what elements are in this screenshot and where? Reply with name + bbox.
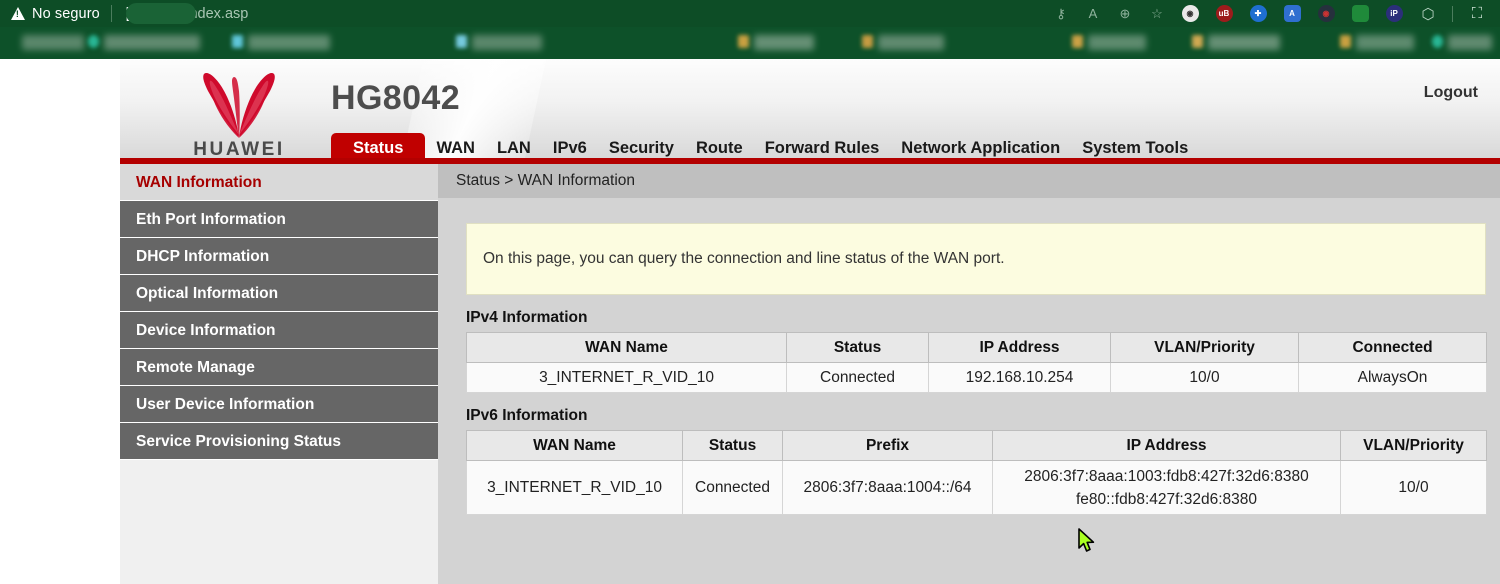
cell-status: Connected	[787, 363, 929, 393]
breadcrumb: Status > WAN Information	[438, 164, 1500, 198]
page-viewport: HUAWEI HG8042 Logout Status WAN LAN IPv6…	[0, 59, 1500, 584]
column-header-vlan-priority: VLAN/Priority	[1341, 431, 1487, 461]
column-header-prefix: Prefix	[783, 431, 993, 461]
ipv6-global-address: 2806:3f7:8aaa:1003:fdb8:427f:32d6:8380	[994, 465, 1339, 488]
cell-vlan-priority: 10/0	[1111, 363, 1299, 393]
column-header-connected: Connected	[1299, 333, 1487, 363]
table-row: 3_INTERNET_R_VID_10 Connected 192.168.10…	[467, 363, 1487, 393]
extension-translate-icon[interactable]: A	[1277, 3, 1307, 25]
extension-puzzle-icon[interactable]: ⬡	[1413, 3, 1443, 25]
zoom-icon[interactable]: ⊕	[1111, 3, 1139, 25]
column-header-wan-name: WAN Name	[467, 431, 683, 461]
column-header-status: Status	[787, 333, 929, 363]
add-favorite-icon[interactable]: ☆	[1143, 3, 1171, 25]
app-header: HUAWEI HG8042 Logout Status WAN LAN IPv6…	[120, 59, 1500, 164]
toolbar-icon-group: ⚷ A ⊕ ☆ ◉ uB ✚ A ◉ iP ⬡ ⛶	[1047, 0, 1500, 27]
toolbar-pill-background	[126, 3, 196, 24]
content-area: Status > WAN Information On this page, y…	[438, 164, 1500, 584]
extension-ip-icon[interactable]: iP	[1379, 3, 1409, 25]
extension-bitwarden-icon[interactable]: ✚	[1243, 3, 1273, 25]
ipv4-information-table: WAN Name Status IP Address VLAN/Priority…	[466, 332, 1487, 393]
cell-vlan-priority: 10/0	[1341, 461, 1487, 515]
ipv4-section-title: IPv4 Information	[466, 309, 1486, 327]
column-header-status: Status	[683, 431, 783, 461]
brand-logo-block: HUAWEI	[150, 67, 328, 159]
page-title: HG8042	[331, 79, 460, 118]
read-aloud-icon[interactable]: A	[1079, 3, 1107, 25]
toolbar-divider-2	[1452, 6, 1453, 22]
cell-ip-address: 192.168.10.254	[929, 363, 1111, 393]
logout-button[interactable]: Logout	[1424, 84, 1478, 102]
cell-connected: AlwaysOn	[1299, 363, 1487, 393]
content-inner: On this page, you can query the connecti…	[438, 223, 1500, 515]
info-banner: On this page, you can query the connecti…	[466, 223, 1486, 295]
table-header-row: WAN Name Status IP Address VLAN/Priority…	[467, 333, 1487, 363]
table-header-row: WAN Name Status Prefix IP Address VLAN/P…	[467, 431, 1487, 461]
sidebar-item-device-information[interactable]: Device Information	[120, 312, 438, 349]
key-icon[interactable]: ⚷	[1047, 3, 1075, 25]
sidebar-item-dhcp-information[interactable]: DHCP Information	[120, 238, 438, 275]
table-row: 3_INTERNET_R_VID_10 Connected 2806:3f7:8…	[467, 461, 1487, 515]
extension-darkreader-icon[interactable]: ◉	[1311, 3, 1341, 25]
extension-ublock-icon[interactable]: uB	[1209, 3, 1239, 25]
column-header-ip-address: IP Address	[929, 333, 1111, 363]
sidebar-item-service-provisioning-status[interactable]: Service Provisioning Status	[120, 423, 438, 460]
sidebar-item-optical-information[interactable]: Optical Information	[120, 275, 438, 312]
ipv6-section-title: IPv6 Information	[466, 407, 1486, 425]
sidebar-item-remote-manage[interactable]: Remote Manage	[120, 349, 438, 386]
extension-privacy-icon[interactable]: ◉	[1175, 3, 1205, 25]
sidebar-item-eth-port-information[interactable]: Eth Port Information	[120, 201, 438, 238]
bookmarks-bar[interactable]	[0, 27, 1500, 59]
cell-ip-address: 2806:3f7:8aaa:1003:fdb8:427f:32d6:8380 f…	[993, 461, 1341, 515]
ipv6-link-local-address: fe80::fdb8:427f:32d6:8380	[994, 488, 1339, 511]
extension-green-icon[interactable]	[1345, 3, 1375, 25]
cell-prefix: 2806:3f7:8aaa:1004::/64	[783, 461, 993, 515]
router-web-ui: HUAWEI HG8042 Logout Status WAN LAN IPv6…	[120, 59, 1500, 584]
sidebar-item-wan-information[interactable]: WAN Information	[120, 164, 438, 201]
cell-status: Connected	[683, 461, 783, 515]
toolbar-divider	[111, 5, 112, 22]
cell-wan-name: 3_INTERNET_R_VID_10	[467, 461, 683, 515]
sidebar: WAN Information Eth Port Information DHC…	[120, 164, 438, 584]
ipv6-information-table: WAN Name Status Prefix IP Address VLAN/P…	[466, 430, 1487, 515]
column-header-wan-name: WAN Name	[467, 333, 787, 363]
browser-toolbar: No seguro [fe80::1]/index.asp ⚷ A ⊕ ☆ ◉ …	[0, 0, 1500, 27]
column-header-ip-address: IP Address	[993, 431, 1341, 461]
huawei-flower-logo	[178, 69, 300, 139]
browser-essentials-icon[interactable]: ⛶	[1462, 3, 1492, 25]
cell-wan-name: 3_INTERNET_R_VID_10	[467, 363, 787, 393]
column-header-vlan-priority: VLAN/Priority	[1111, 333, 1299, 363]
sidebar-item-user-device-information[interactable]: User Device Information	[120, 386, 438, 423]
security-label: No seguro	[32, 6, 100, 22]
app-body: WAN Information Eth Port Information DHC…	[120, 164, 1500, 584]
warning-triangle-icon	[11, 7, 25, 20]
site-security-badge[interactable]: No seguro	[0, 0, 100, 27]
